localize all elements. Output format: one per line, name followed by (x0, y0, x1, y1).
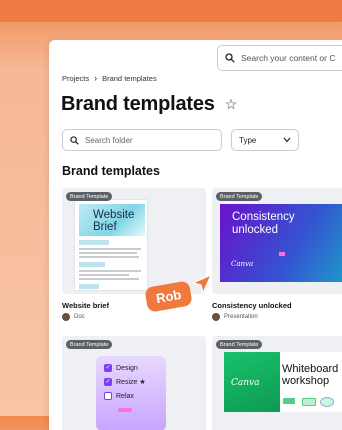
breadcrumb-brand-templates[interactable]: Brand templates (102, 74, 157, 83)
thumb-title-line1: Whiteboard (282, 363, 339, 375)
cursor-pointer-icon (191, 273, 213, 295)
doc-heading-bar (79, 240, 109, 245)
top-band (0, 0, 342, 22)
sticky-note (302, 398, 316, 406)
type-filter-label: Type (239, 135, 257, 145)
avatar (62, 313, 70, 321)
thumb-title-line1: Consistency (232, 211, 295, 223)
global-search-input[interactable]: Search your content or C (217, 45, 342, 71)
chevron-right-icon: › (94, 73, 98, 83)
checklist-label: Design (116, 364, 138, 372)
thumb-title-line1: Website (93, 209, 135, 221)
whiteboard-green-panel: Canva (224, 352, 280, 412)
thumb-title-line2: Brief (93, 221, 117, 233)
whiteboard-thumbnail: Whiteboard workshop (280, 352, 342, 412)
chevron-down-icon (283, 137, 291, 143)
checklist-label: Resize ★ (116, 379, 146, 386)
doc-thumbnail: Website Brief (75, 200, 147, 290)
brand-template-badge: Brand Template (66, 340, 113, 349)
template-card-website-brief[interactable]: Brand Template Website Brief (62, 188, 206, 294)
breadcrumb: Projects › Brand templates (62, 73, 157, 83)
brand-template-badge: Brand Template (216, 192, 263, 201)
canva-logo: Canva (231, 378, 260, 388)
check-icon: ✓ (104, 364, 112, 372)
search-folder-placeholder: Search folder (85, 135, 133, 145)
checklist-thumbnail: ✓ Design ✓ Resize ★ Relax (96, 356, 166, 430)
thumb-title-line2: workshop (282, 375, 330, 387)
checklist-item: ✓ Resize ★ (104, 378, 146, 386)
main-panel: Search your content or C Projects › Bran… (49, 40, 342, 430)
checklist-item: Relax (104, 392, 134, 400)
page-title-row: Brand templates ☆ (61, 93, 237, 116)
doc-hero: Website Brief (79, 204, 145, 236)
breadcrumb-projects[interactable]: Projects (62, 74, 89, 83)
search-folder-input[interactable]: Search folder (62, 129, 222, 151)
template-card-consistency-unlocked[interactable]: Brand Template Consistency unlocked Canv… (212, 188, 342, 294)
checklist-item: ✓ Design (104, 364, 138, 372)
card-meta: Doc (62, 313, 85, 321)
doc-text-line (79, 252, 137, 254)
card-kind: Presentation (224, 314, 258, 320)
card-kind: Doc (74, 314, 85, 320)
doc-text-line (79, 256, 139, 258)
card-meta: Presentation (212, 313, 258, 321)
search-icon (70, 135, 79, 145)
avatar (212, 313, 220, 321)
doc-text-line (79, 274, 129, 276)
pink-accent (118, 408, 132, 412)
sticky-note (320, 397, 334, 407)
thumb-title-line2: unlocked (232, 224, 279, 236)
star-icon[interactable]: ☆ (225, 96, 238, 113)
doc-text-line (79, 248, 141, 250)
check-icon: ✓ (104, 378, 112, 386)
checklist-label: Relax (116, 392, 134, 400)
doc-heading-bar (79, 262, 105, 267)
global-search-placeholder: Search your content or C (241, 53, 336, 63)
doc-text-line (79, 278, 139, 280)
type-filter-dropdown[interactable]: Type (231, 129, 299, 151)
card-name-website-brief[interactable]: Website brief (62, 301, 109, 310)
doc-text-line (79, 270, 141, 272)
canva-logo: Canva (231, 260, 254, 268)
card-name-consistency-unlocked[interactable]: Consistency unlocked (212, 301, 292, 310)
pink-accent (279, 252, 285, 256)
sticky-note (283, 398, 295, 404)
section-title: Brand templates (62, 164, 160, 178)
brand-template-badge: Brand Template (66, 192, 113, 201)
doc-heading-bar (79, 284, 99, 289)
presentation-thumbnail: Consistency unlocked Canva (220, 204, 342, 282)
empty-checkbox-icon (104, 392, 112, 400)
search-icon (225, 53, 235, 63)
brand-template-badge: Brand Template (216, 340, 263, 349)
page-title: Brand templates (61, 93, 215, 115)
